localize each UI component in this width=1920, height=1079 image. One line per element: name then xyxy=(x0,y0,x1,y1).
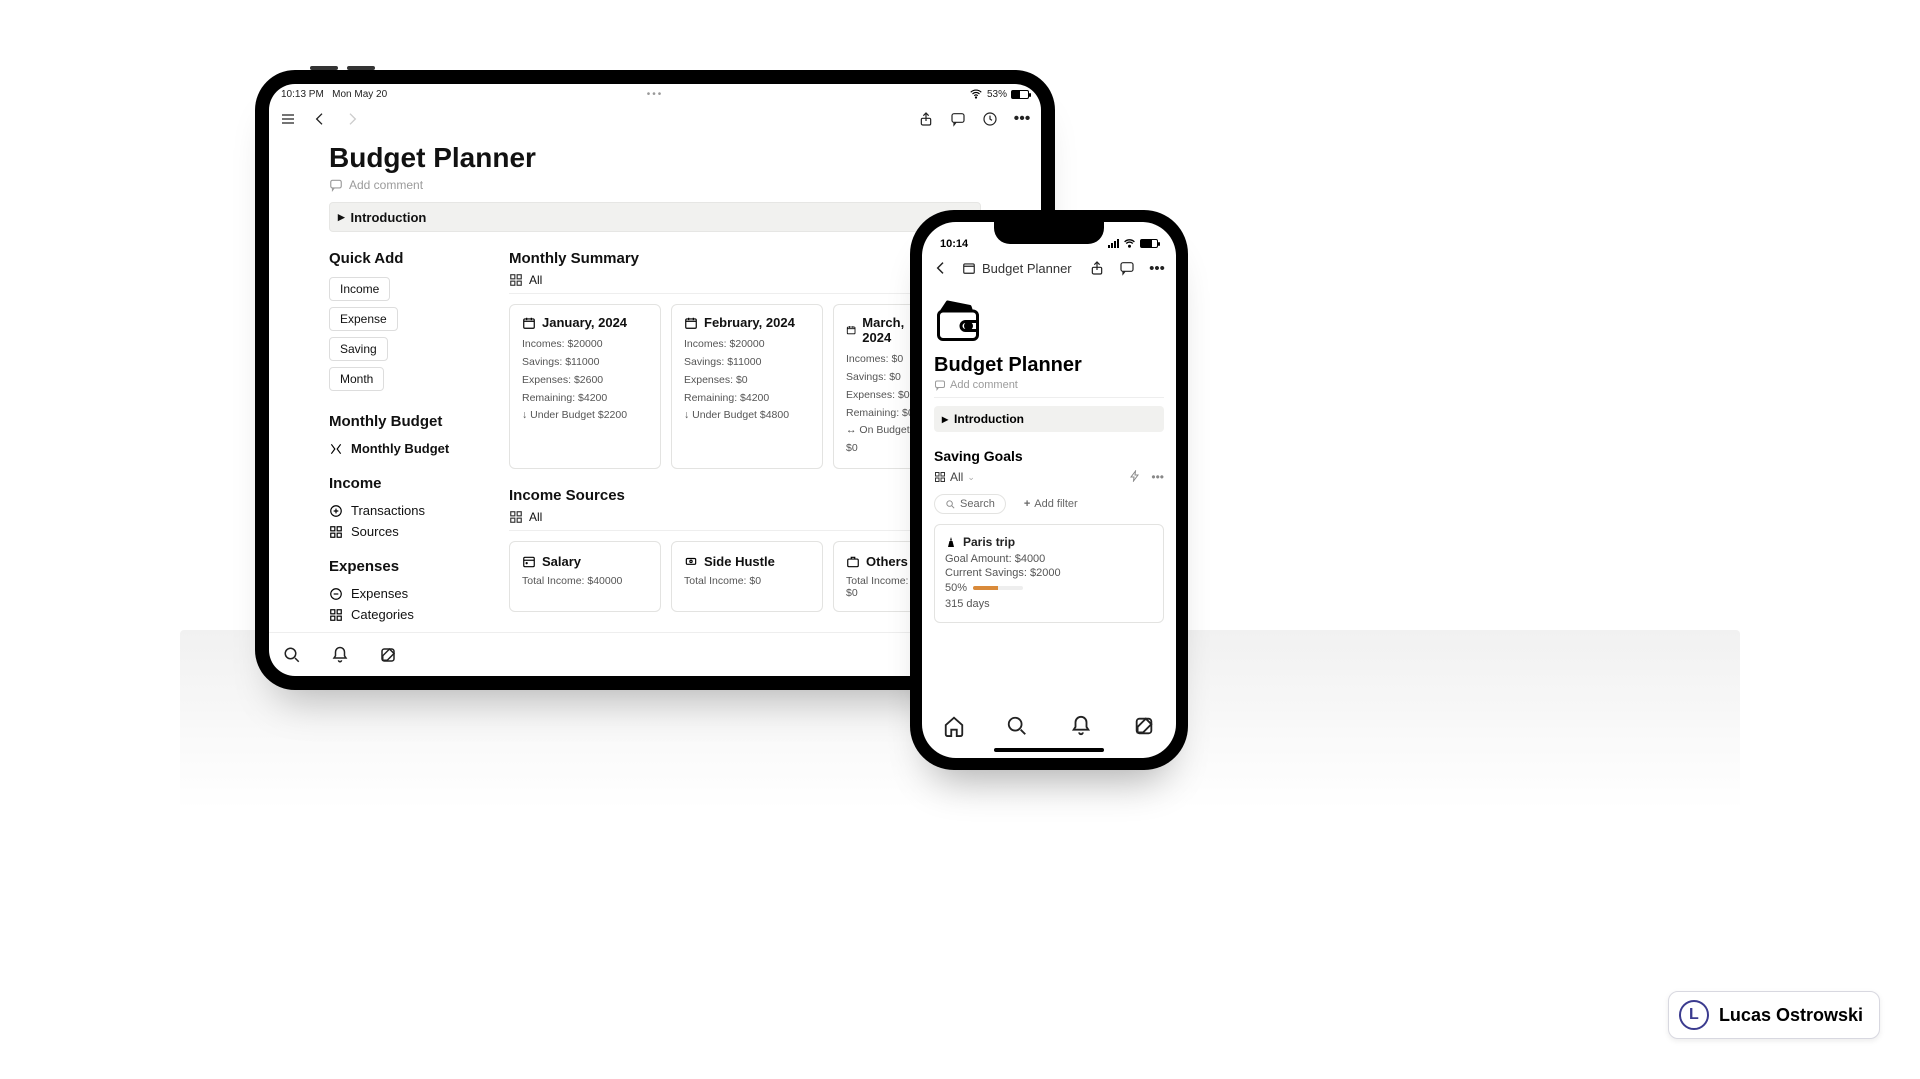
back-button[interactable] xyxy=(932,259,950,277)
nav-search-icon[interactable] xyxy=(1006,715,1028,737)
progress-bar xyxy=(973,586,1023,590)
nav-home-icon[interactable] xyxy=(943,715,965,737)
goal-pct: 50% xyxy=(945,582,967,594)
goal-card-paris[interactable]: Paris trip Goal Amount: $4000 Current Sa… xyxy=(934,524,1164,623)
forward-button xyxy=(343,110,361,128)
more-icon[interactable]: ••• xyxy=(1148,259,1166,277)
nav-compose-icon[interactable] xyxy=(1133,715,1155,737)
saving-goals-view-all[interactable]: All ⌄ xyxy=(934,470,975,484)
wifi-icon xyxy=(1123,237,1136,250)
iphone-status-time: 10:14 xyxy=(940,238,968,250)
quick-add-month[interactable]: Month xyxy=(329,367,384,391)
home-indicator[interactable] xyxy=(994,748,1104,752)
comments-icon[interactable] xyxy=(1118,259,1136,277)
quick-add-saving[interactable]: Saving xyxy=(329,337,388,361)
source-card-side-hustle[interactable]: Side Hustle Total Income: $0 xyxy=(671,541,823,612)
expenses-link[interactable]: Expenses xyxy=(329,583,479,604)
add-comment-button[interactable]: Add comment xyxy=(329,178,981,192)
ipad-status-date: Mon May 20 xyxy=(332,89,387,100)
month-card-january[interactable]: January, 2024 Incomes: $20000 Savings: $… xyxy=(509,304,661,469)
share-icon[interactable] xyxy=(1088,259,1106,277)
menu-icon[interactable] xyxy=(279,110,297,128)
iphone-device-frame: 10:14 Budget Planner xyxy=(910,210,1188,770)
goal-current: Current Savings: $2000 xyxy=(945,567,1153,579)
expenses-header: Expenses xyxy=(329,558,479,575)
battery-pct: 53% xyxy=(987,89,1007,100)
wifi-icon xyxy=(969,87,983,101)
monthly-budget-header: Monthly Budget xyxy=(329,413,479,430)
quick-add-header: Quick Add xyxy=(329,250,479,267)
ipad-status-bar: 10:13 PM Mon May 20 ••• 53% xyxy=(269,84,1041,104)
share-icon[interactable] xyxy=(917,110,935,128)
income-sources-link[interactable]: Sources xyxy=(329,521,479,542)
saving-goals-header: Saving Goals xyxy=(934,448,1164,464)
more-icon[interactable]: ••• xyxy=(1151,470,1164,484)
back-button[interactable] xyxy=(311,110,329,128)
breadcrumb[interactable]: Budget Planner xyxy=(962,261,1072,276)
income-header: Income xyxy=(329,475,479,492)
battery-icon xyxy=(1011,90,1029,99)
month-card-february[interactable]: February, 2024 Incomes: $20000 Savings: … xyxy=(671,304,823,469)
bottom-search-icon[interactable] xyxy=(283,646,301,664)
caret-right-icon: ▸ xyxy=(942,412,948,426)
comments-icon[interactable] xyxy=(949,110,967,128)
goal-amount: Goal Amount: $4000 xyxy=(945,553,1153,565)
wallet-icon xyxy=(934,296,1164,344)
page-title: Budget Planner xyxy=(329,142,981,174)
source-card-salary[interactable]: Salary Total Income: $40000 xyxy=(509,541,661,612)
caret-right-icon: ▸ xyxy=(338,209,345,225)
ipad-status-time: 10:13 PM xyxy=(281,89,324,100)
quick-add-income[interactable]: Income xyxy=(329,277,390,301)
categories-link[interactable]: Categories xyxy=(329,604,479,625)
multitask-dots-icon[interactable]: ••• xyxy=(647,89,664,100)
page-title: Budget Planner xyxy=(934,354,1164,377)
income-sources-view-all[interactable]: All xyxy=(509,510,542,524)
signal-icon xyxy=(1108,239,1119,248)
author-logo-icon: L xyxy=(1679,1000,1709,1030)
introduction-toggle[interactable]: ▸ Introduction xyxy=(329,202,981,232)
more-icon[interactable]: ••• xyxy=(1013,110,1031,128)
income-transactions-link[interactable]: Transactions xyxy=(329,500,479,521)
add-comment-button[interactable]: Add comment xyxy=(934,379,1164,398)
clock-icon[interactable] xyxy=(981,110,999,128)
goal-title: Paris trip xyxy=(963,535,1015,549)
search-chip[interactable]: Search xyxy=(934,494,1006,514)
monthly-summary-view-all[interactable]: All xyxy=(509,273,542,287)
introduction-toggle[interactable]: ▸ Introduction xyxy=(934,406,1164,432)
bottom-compose-icon[interactable] xyxy=(379,646,397,664)
author-badge: L Lucas Ostrowski xyxy=(1668,991,1880,1039)
goal-days: 315 days xyxy=(945,598,1153,610)
monthly-budget-link[interactable]: Monthly Budget xyxy=(329,438,479,459)
author-name: Lucas Ostrowski xyxy=(1719,1005,1863,1026)
quick-add-expense[interactable]: Expense xyxy=(329,307,398,331)
chevron-down-icon: ⌄ xyxy=(967,472,975,483)
battery-icon xyxy=(1140,239,1158,248)
nav-notifications-icon[interactable] xyxy=(1070,715,1092,737)
automation-icon[interactable] xyxy=(1129,470,1141,484)
add-filter-button[interactable]: + Add filter xyxy=(1014,494,1088,514)
bottom-notifications-icon[interactable] xyxy=(331,646,349,664)
